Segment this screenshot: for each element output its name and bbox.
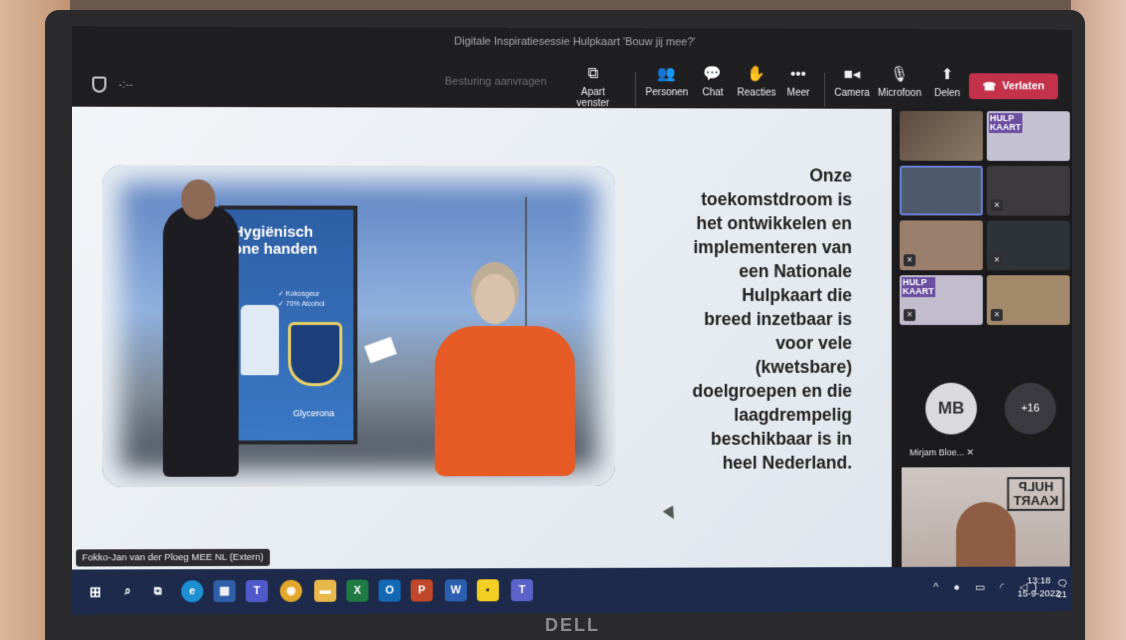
reactions-label: Reacties [737,87,776,99]
laptop-screen: Digitale Inspiratiesessie Hulpkaart 'Bou… [71,26,1072,615]
microphone-button[interactable]: 🎙 Microfoon [874,65,926,99]
word-icon[interactable]: W [444,579,467,602]
search-icon[interactable]: ⌕ [116,580,138,602]
hulpkaart-logo: HULP KAART [988,113,1022,134]
mic-off-icon: ✕ [990,254,1003,267]
more-participants-button[interactable]: +16 [1004,382,1057,435]
slide-body-text: Onze toekomstdroom is het ontwikkelen en… [692,165,852,473]
dell-logo: DELL [545,615,600,635]
man-figure [162,205,239,477]
more-button[interactable]: ••• Meer [772,65,824,99]
mic-off-icon: ✕ [903,254,916,267]
slide-photo: Hygiënisch one handen ✓ Kokosgeur ✓ 70% … [102,165,615,487]
windows-start-icon[interactable]: ⊞ [84,581,106,603]
poster-shield-icon [288,322,343,387]
toolbar-divider [634,72,636,107]
windows-taskbar: ⊞ ⌕ ⧉ e ▦ T ◉ ▬ X O P W ▪ T ^ ● ▭ ◜ ◁) 1… [71,566,1072,615]
mic-off-icon: ✕ [990,309,1003,321]
camera-icon: ■◂ [843,65,861,83]
shield-icon [92,76,107,93]
participant-tile[interactable] [899,110,983,161]
participant-tile[interactable]: ✕ [899,220,983,271]
bus-stop-poster: Hygiënisch one handen ✓ Kokosgeur ✓ 70% … [218,205,358,445]
camera-button[interactable]: ■◂ Camera [826,65,878,99]
camera-label: Camera [834,87,870,99]
store-icon[interactable]: ▦ [213,580,236,603]
more-icon: ••• [790,65,807,83]
teams-active-icon[interactable]: T [510,579,533,602]
popout-icon: ⧉ [587,65,599,83]
participant-name: Mirjam Bloe... ✕ [910,447,974,458]
poster-headline: Hygiënisch one handen [232,223,318,258]
powerpoint-icon[interactable]: P [410,579,433,602]
meeting-timer: -:-- [118,78,133,91]
presenter-name-tag: Fokko-Jan van der Ploeg MEE NL (Extern) [75,548,270,567]
participant-tile[interactable]: ✕ [986,165,1070,216]
participant-avatar[interactable]: MB [925,382,977,435]
hulpkaart-logo: HULP KAART [901,277,935,298]
poster-features: ✓ Kokosgeur ✓ 70% Alcohol [277,290,325,308]
chat-icon: 💬 [703,65,723,83]
people-button[interactable]: 👥 Personen [641,64,693,98]
people-label: Personen [645,87,689,99]
notification-count: 21 [1057,589,1067,600]
clock-time: 13:18 [1027,575,1051,587]
sticky-notes-icon[interactable]: ▪ [476,579,499,602]
chrome-icon[interactable]: ◉ [279,579,303,603]
participant-tile[interactable]: HULP KAART [986,111,1070,161]
request-control-button[interactable]: Besturing aanvragen [445,76,547,88]
mic-off-icon: ✕ [903,309,916,321]
popout-label: Apart venster [576,87,610,110]
file-explorer-icon[interactable]: ▬ [314,579,337,602]
participant-gallery: HULP KAART ✕ ✕ ✕ HULP KAART ✕ ✕ MB +16 M… [895,108,1072,577]
microphone-label: Microfoon [877,87,922,99]
task-view-icon[interactable]: ⧉ [147,580,169,602]
participant-tile[interactable]: ✕ [986,275,1070,325]
participant-tile[interactable]: ✕ [986,220,1070,271]
man-head [181,179,216,220]
popout-button[interactable]: ⧉ Apart venster [567,64,619,109]
more-label: Meer [786,87,810,99]
participant-tile[interactable]: HULP KAART ✕ [899,275,983,325]
clock-date: 15-9-2022 [1017,588,1061,600]
bottle-shape [240,304,279,376]
notification-icon[interactable]: 🗨21 [1057,578,1072,599]
mouse-cursor-icon [662,505,680,522]
chat-label: Chat [702,87,724,99]
shared-slide: Hygiënisch one handen ✓ Kokosgeur ✓ 70% … [71,106,892,570]
active-speaker-video[interactable]: HULP KAART [901,467,1070,577]
hand-icon: ✋ [747,65,766,83]
share-icon: ⬆ [940,66,954,84]
excel-icon[interactable]: X [346,579,369,602]
teams-icon[interactable]: T [245,579,268,603]
leave-button[interactable]: ☎ Verlaten [968,73,1058,100]
mic-off-icon: ✕ [966,447,975,458]
outlook-icon[interactable]: O [378,579,401,602]
participant-tile-active[interactable] [899,165,983,216]
woman-head [474,273,515,325]
share-label: Delen [934,88,961,100]
toolbar-divider [824,72,826,107]
microphone-off-icon: 🎙 [890,66,910,83]
leave-label: Verlaten [1002,80,1045,93]
taskbar-clock[interactable]: 13:18 15-9-2022 [1017,574,1060,600]
hulpkaart-mirrored-logo: HULP KAART [1007,477,1064,511]
share-button[interactable]: ⬆ Delen [921,65,973,99]
speaker-figure [956,501,1016,577]
meeting-title: Digitale Inspiratiesessie Hulpkaart 'Bou… [454,35,696,49]
poster-brand: Glycerona [293,408,335,419]
card-object [364,336,397,364]
phone-hangup-icon: ☎ [982,80,997,93]
mic-off-icon: ✕ [990,199,1003,212]
woman-figure [434,326,575,477]
people-icon: 👥 [657,65,677,83]
participant-name-label: Mirjam Bloe... [909,447,965,458]
edge-browser-icon[interactable]: e [181,580,204,603]
